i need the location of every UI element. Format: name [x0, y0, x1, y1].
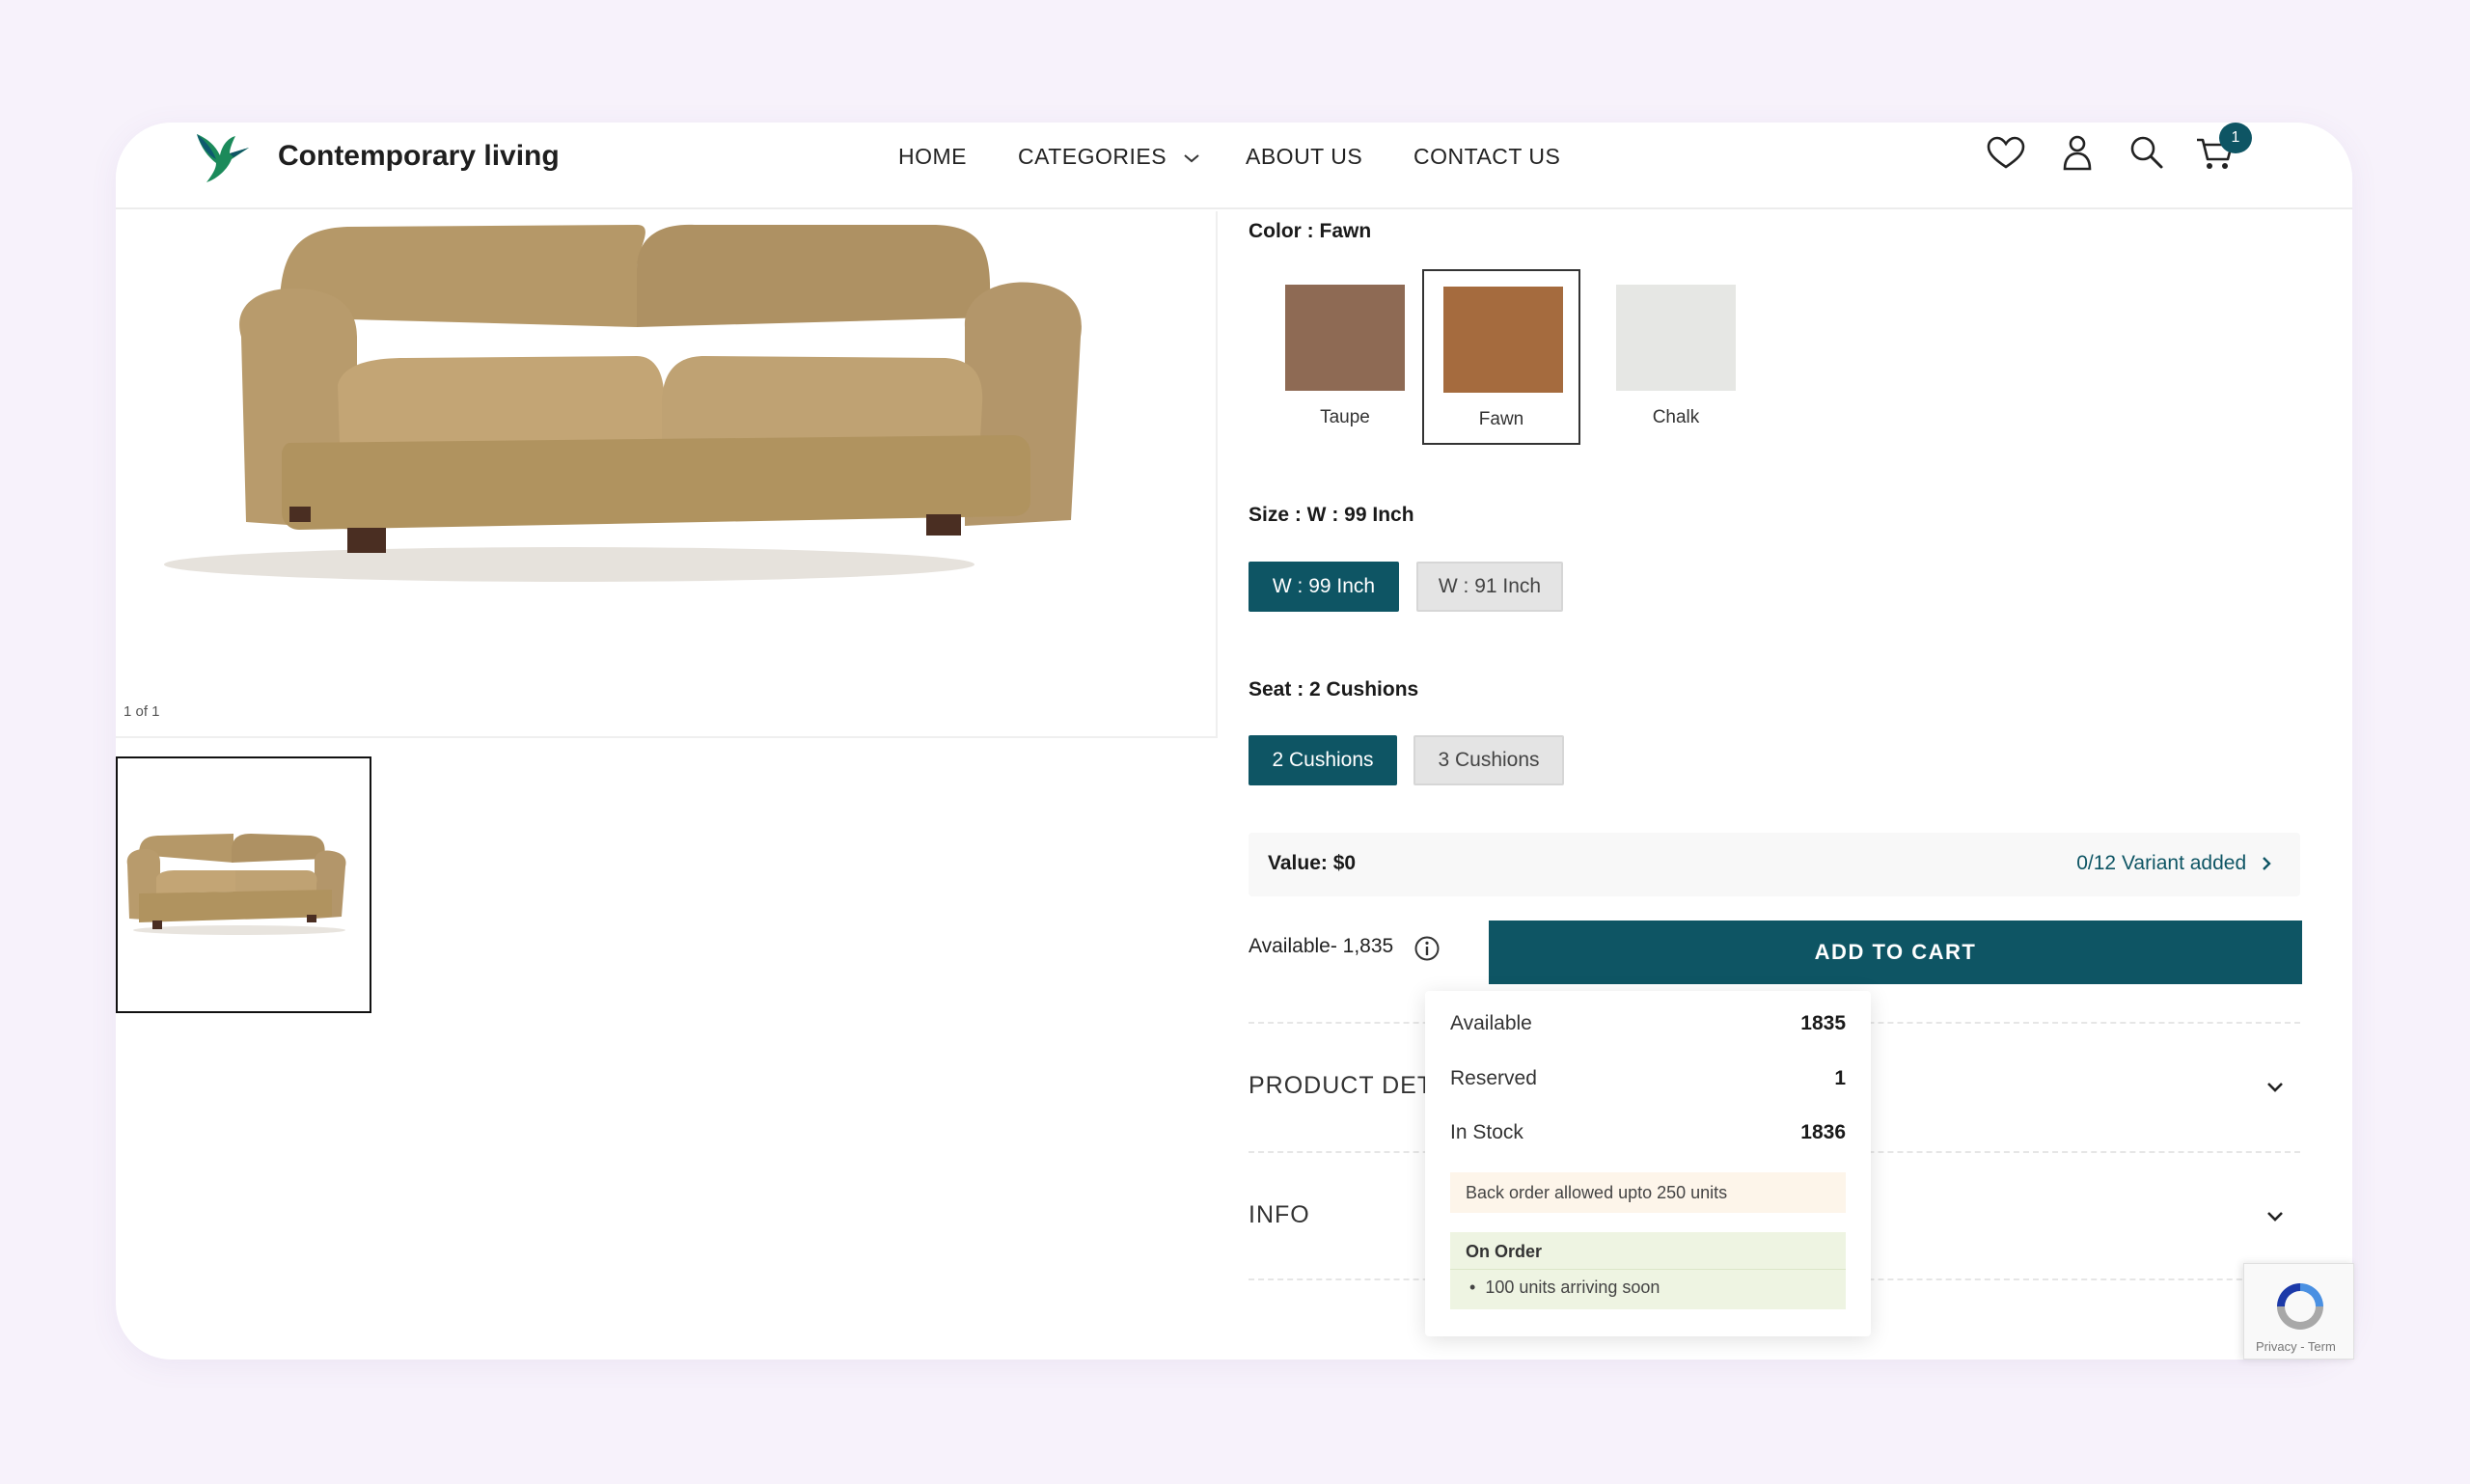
size-label: Size : W : 99 Inch [1249, 504, 1414, 526]
popover-row-reserved: Reserved 1 [1450, 1067, 1846, 1090]
user-icon[interactable] [2056, 132, 2099, 175]
color-label: Color : Fawn [1249, 220, 1372, 242]
popover-reserved-value: 1 [1834, 1067, 1846, 1089]
chevron-down-icon [1184, 154, 1199, 163]
nav-categories-label: CATEGORIES [1018, 144, 1167, 169]
nav-categories[interactable]: CATEGORIES [1018, 144, 1200, 170]
add-to-cart-button[interactable]: ADD TO CART [1489, 921, 2302, 984]
variant-added-link[interactable]: 0/12 Variant added [2076, 852, 2273, 875]
on-order-item: • 100 units arriving soon [1469, 1278, 1660, 1298]
nav-about-us[interactable]: ABOUT US [1246, 144, 1362, 170]
seat-option-3-cushions[interactable]: 3 Cushions [1413, 735, 1564, 785]
color-swatch-chalk[interactable]: Chalk [1597, 269, 1755, 445]
color-swatch-taupe[interactable]: Taupe [1266, 269, 1424, 445]
image-counter: 1 of 1 [124, 703, 160, 720]
swatch-label-fawn: Fawn [1478, 409, 1524, 429]
size-option-w99[interactable]: W : 99 Inch [1249, 562, 1399, 612]
sofa-thumbnail-image [126, 834, 346, 935]
brand-name[interactable]: Contemporary living [278, 140, 560, 173]
size-option-w91[interactable]: W : 91 Inch [1416, 562, 1563, 612]
recaptcha-icon [2277, 1283, 2323, 1330]
nav-home[interactable]: HOME [898, 144, 967, 170]
sofa-image [164, 224, 1082, 582]
availability-text: Available- 1,835 [1249, 935, 1394, 957]
main-product-image[interactable] [116, 211, 1218, 738]
heart-icon[interactable] [1985, 132, 2027, 175]
popover-available-value: 1835 [1800, 1012, 1846, 1034]
popover-available-label: Available [1450, 1012, 1532, 1034]
chevron-down-icon [2267, 1212, 2283, 1222]
value-bar: Value: $0 0/12 Variant added [1249, 833, 2300, 896]
recaptcha-privacy-terms[interactable]: Privacy - Term [2256, 1339, 2336, 1354]
chevron-right-icon [2263, 857, 2271, 871]
cart-count-badge: 1 [2219, 123, 2252, 153]
info-icon[interactable] [1413, 935, 1441, 962]
accordion-info-title: INFO [1249, 1201, 1310, 1228]
popover-row-available: Available 1835 [1450, 1012, 1846, 1035]
swatch-chip-fawn [1443, 287, 1563, 393]
swatch-label-chalk: Chalk [1652, 407, 1700, 427]
popover-row-in-stock: In Stock 1836 [1450, 1121, 1846, 1144]
stock-popover: Available 1835 Reserved 1 In Stock 1836 … [1425, 991, 1871, 1336]
seat-label: Seat : 2 Cushions [1249, 678, 1419, 701]
on-order-divider [1450, 1269, 1846, 1270]
popover-instock-label: In Stock [1450, 1121, 1523, 1143]
recaptcha-badge[interactable]: Privacy - Term [2243, 1263, 2354, 1360]
variant-added-label: 0/12 Variant added [2076, 852, 2247, 874]
page-card: Contemporary living HOME CATEGORIES ABOU… [116, 123, 2352, 1360]
popover-reserved-label: Reserved [1450, 1067, 1537, 1089]
value-text: Value: $0 [1268, 852, 1357, 874]
on-order-item-text: 100 units arriving soon [1485, 1278, 1660, 1297]
seat-option-2-cushions[interactable]: 2 Cushions [1249, 735, 1397, 785]
on-order-title: On Order [1466, 1242, 1543, 1261]
nav-contact-us[interactable]: CONTACT US [1413, 144, 1560, 170]
chevron-down-icon [2267, 1083, 2283, 1092]
site-header: Contemporary living HOME CATEGORIES ABOU… [116, 123, 2352, 209]
accordion-product-details-title: PRODUCT DET [1249, 1072, 1434, 1099]
hummingbird-logo-icon[interactable] [193, 130, 253, 184]
search-icon[interactable] [2126, 132, 2168, 175]
color-swatch-fawn[interactable]: Fawn [1422, 269, 1580, 445]
swatch-chip-chalk [1616, 285, 1736, 391]
swatch-label-taupe: Taupe [1320, 407, 1370, 427]
product-thumbnail[interactable] [116, 756, 371, 1013]
swatch-chip-taupe [1285, 285, 1405, 391]
on-order-box: On Order • 100 units arriving soon [1450, 1232, 1846, 1309]
backorder-notice: Back order allowed upto 250 units [1450, 1172, 1846, 1213]
bullet-icon: • [1469, 1278, 1476, 1297]
popover-instock-value: 1836 [1800, 1121, 1846, 1143]
